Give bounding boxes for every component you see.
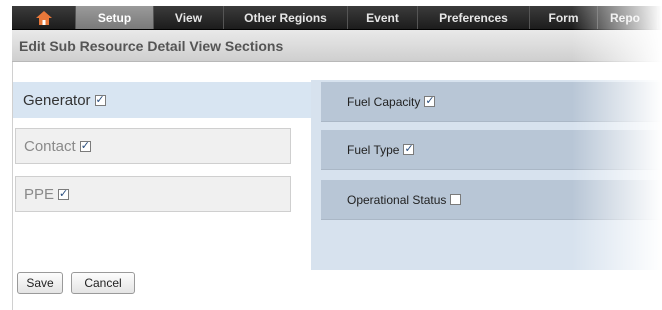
- nav-item-reports[interactable]: Repo: [598, 6, 658, 29]
- content-area: Generator Contact PPE Fuel Capacity Fuel…: [12, 62, 662, 310]
- field-label: Operational Status: [347, 192, 447, 207]
- field-checkbox[interactable]: [450, 194, 462, 205]
- section-item-contact[interactable]: Contact: [15, 128, 291, 164]
- section-label: Contact: [24, 137, 76, 155]
- field-row-fuel-capacity[interactable]: Fuel Capacity: [321, 82, 662, 122]
- nav-home[interactable]: [12, 6, 76, 29]
- section-label: Generator: [23, 91, 91, 109]
- nav-item-other-regions[interactable]: Other Regions: [224, 6, 348, 29]
- cancel-button[interactable]: Cancel: [71, 272, 135, 294]
- sections-list: Generator Contact PPE: [13, 80, 311, 270]
- nav-item-setup[interactable]: Setup: [76, 6, 154, 29]
- field-checkbox[interactable]: [403, 142, 415, 155]
- main-nav: Setup View Other Regions Event Preferenc…: [12, 6, 662, 30]
- section-checkbox[interactable]: [94, 93, 106, 106]
- nav-item-view[interactable]: View: [154, 6, 224, 29]
- section-checkbox[interactable]: [58, 187, 70, 200]
- field-checkbox[interactable]: [424, 94, 436, 107]
- field-row-fuel-type[interactable]: Fuel Type: [321, 130, 662, 170]
- section-label: PPE: [24, 185, 55, 203]
- nav-item-event[interactable]: Event: [348, 6, 418, 29]
- home-icon: [35, 10, 52, 25]
- section-item-generator[interactable]: Generator: [13, 82, 311, 118]
- nav-item-form[interactable]: Form: [530, 6, 598, 29]
- field-row-operational-status[interactable]: Operational Status: [321, 180, 662, 220]
- field-label: Fuel Capacity: [347, 94, 421, 109]
- app-frame: Setup View Other Regions Event Preferenc…: [0, 0, 662, 310]
- section-item-ppe[interactable]: PPE: [15, 176, 291, 212]
- nav-item-preferences[interactable]: Preferences: [418, 6, 530, 29]
- fields-panel: Fuel Capacity Fuel Type Operational Stat…: [311, 80, 662, 270]
- page-header: Edit Sub Resource Detail View Sections: [12, 30, 662, 62]
- page-title: Edit Sub Resource Detail View Sections: [19, 38, 284, 54]
- field-label: Fuel Type: [347, 142, 400, 157]
- section-checkbox[interactable]: [79, 139, 91, 152]
- save-button[interactable]: Save: [17, 272, 63, 294]
